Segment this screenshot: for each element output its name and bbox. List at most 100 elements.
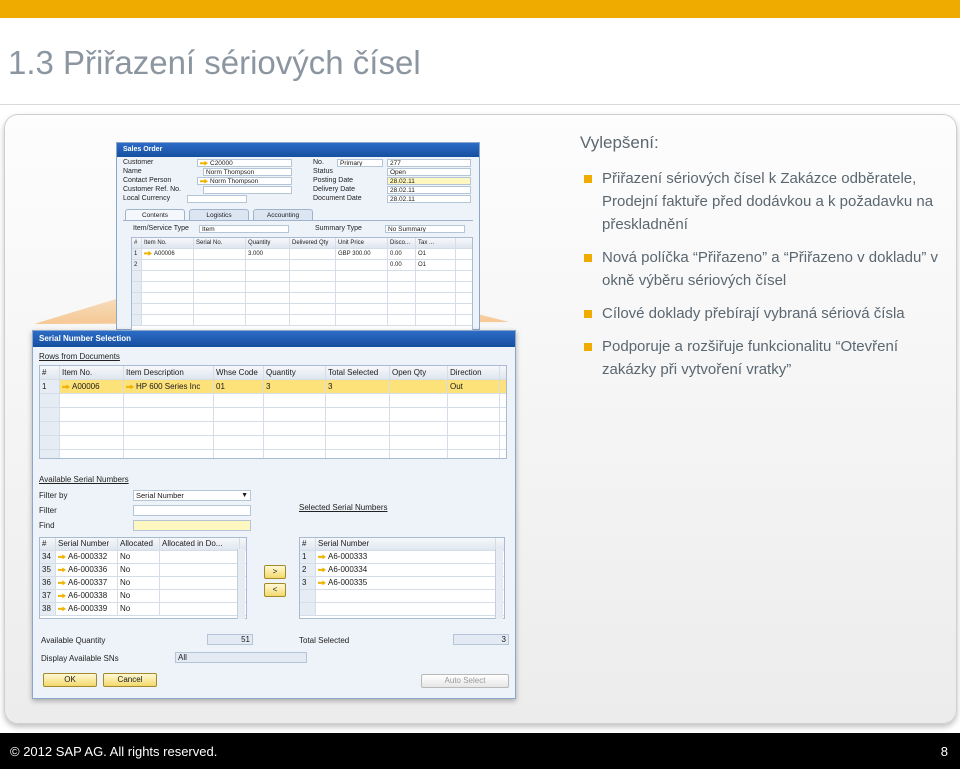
table-cell [264,422,326,435]
bullet-square-icon [584,254,592,262]
table-row[interactable] [132,315,472,326]
table-row[interactable] [40,394,506,408]
cancel-button[interactable]: Cancel [103,673,157,687]
so-posting-date-field[interactable]: 28.02.11 [387,177,471,185]
table-row[interactable]: 2 0.00 O1 [132,260,472,271]
so-customer-field[interactable]: C20000 [197,159,292,167]
table-row[interactable]: 2 A6-000334 [300,564,504,577]
tab-accounting[interactable]: Accounting [253,209,313,220]
link-arrow-icon[interactable] [58,580,66,586]
so-name-field[interactable]: Norm Thompson [203,168,292,176]
page-number: 8 [940,744,948,759]
available-qty-label: Available Quantity [41,636,106,645]
bullet-square-icon [584,343,592,351]
table-row[interactable] [40,422,506,436]
so-summary-type-dropdown[interactable]: No Summary [385,225,465,233]
find-input[interactable] [133,520,251,531]
table-cell [40,394,60,407]
table-row[interactable] [132,304,472,315]
table-cell [246,304,290,314]
so-label-customer: Customer [123,159,154,166]
table-row[interactable] [40,408,506,422]
move-right-button[interactable]: > [264,565,286,579]
link-arrow-icon[interactable] [58,606,66,612]
link-arrow-icon[interactable] [200,160,208,166]
link-arrow-icon[interactable] [58,554,66,560]
cell-text: Delivered Qty [292,240,329,246]
link-arrow-icon[interactable] [126,384,134,390]
cell-text: Serial Number [58,539,110,548]
filter-input[interactable] [133,505,251,516]
table-row[interactable] [132,293,472,304]
table-row[interactable]: 38 A6-000339 No [40,603,246,616]
table-row[interactable]: 1 A6-000333 [300,551,504,564]
cell-text: 3.000 [248,251,264,257]
table-row[interactable]: 35 A6-000336 No [40,564,246,577]
table-header-cell: Item No. [60,366,124,379]
so-label-docdate: Document Date [313,195,362,202]
chevron-down-icon[interactable]: ▼ [241,491,248,500]
table-cell [388,304,416,314]
table-row[interactable]: 34 A6-000332 No [40,551,246,564]
so-item-type-dropdown[interactable]: Item [199,225,289,233]
link-arrow-icon[interactable] [318,567,326,573]
link-arrow-icon[interactable] [58,567,66,573]
table-cell [448,422,500,435]
link-arrow-icon[interactable] [144,250,152,256]
table-cell: A00006 [142,249,194,259]
table-row[interactable]: 36 A6-000337 No [40,577,246,590]
tab-logistics[interactable]: Logistics [189,209,249,220]
table-cell: 34 [40,551,56,563]
so-docnum-field[interactable]: 277 [387,159,471,167]
table-cell: A6-000335 [316,577,496,589]
link-arrow-icon[interactable] [318,554,326,560]
cell-text: Out [450,382,463,391]
table-row[interactable]: 1 A00006 HP 600 Series Inc 01 3 3 Out [40,380,506,394]
ok-button[interactable]: OK [43,673,97,687]
table-cell [290,282,336,292]
cell-text: 0.00 [390,251,402,257]
selected-serials-scrollbar[interactable] [495,549,503,619]
table-cell: 3 [326,380,390,393]
link-arrow-icon[interactable] [318,580,326,586]
available-serials-scrollbar[interactable] [237,549,245,619]
filter-by-label: Filter by [39,491,68,500]
total-selected-label: Total Selected [299,636,350,645]
table-row[interactable] [300,603,504,616]
link-arrow-icon[interactable] [62,384,70,390]
so-contact-field[interactable]: Norm Thompson [197,177,292,185]
table-row[interactable]: 1 A00006 3.000 GBP 300.00 0.00 O1 [132,249,472,260]
table-cell [194,271,246,281]
table-row[interactable] [300,590,504,603]
sales-order-title-bar: Sales Order [117,143,479,157]
table-cell [132,282,142,292]
table-row[interactable] [40,436,506,450]
table-row[interactable] [40,450,506,458]
auto-select-button[interactable]: Auto Select [421,674,509,688]
table-cell [124,408,214,421]
bullet-item: Přiřazení sériových čísel k Zakázce odbě… [580,167,950,236]
move-left-button[interactable]: < [264,583,286,597]
table-row[interactable]: 3 A6-000335 [300,577,504,590]
table-row[interactable] [132,271,472,282]
table-cell: 38 [40,603,56,615]
cell-text: 2 [302,565,307,574]
so-delivery-date-field[interactable]: 28.02.11 [387,186,471,194]
table-cell [336,282,388,292]
link-arrow-icon[interactable] [58,593,66,599]
so-currency-dropdown[interactable] [187,195,247,203]
cell-text: # [302,539,307,548]
table-cell: A00006 [60,380,124,393]
so-document-date-field[interactable]: 28.02.11 [387,195,471,203]
so-series-dropdown[interactable]: Primary [337,159,383,167]
tab-contents[interactable]: Contents [125,209,185,220]
table-row[interactable]: 37 A6-000338 No [40,590,246,603]
filter-by-dropdown[interactable]: Serial Number ▼ [133,490,251,501]
table-row[interactable] [132,282,472,293]
so-ref-field[interactable] [203,186,292,194]
bullet-square-icon [584,310,592,318]
selected-serials-title: Selected Serial Numbers [299,503,388,512]
so-status-field[interactable]: Open [387,168,471,176]
display-available-dropdown[interactable]: All [175,652,307,663]
link-arrow-icon[interactable] [200,178,208,184]
